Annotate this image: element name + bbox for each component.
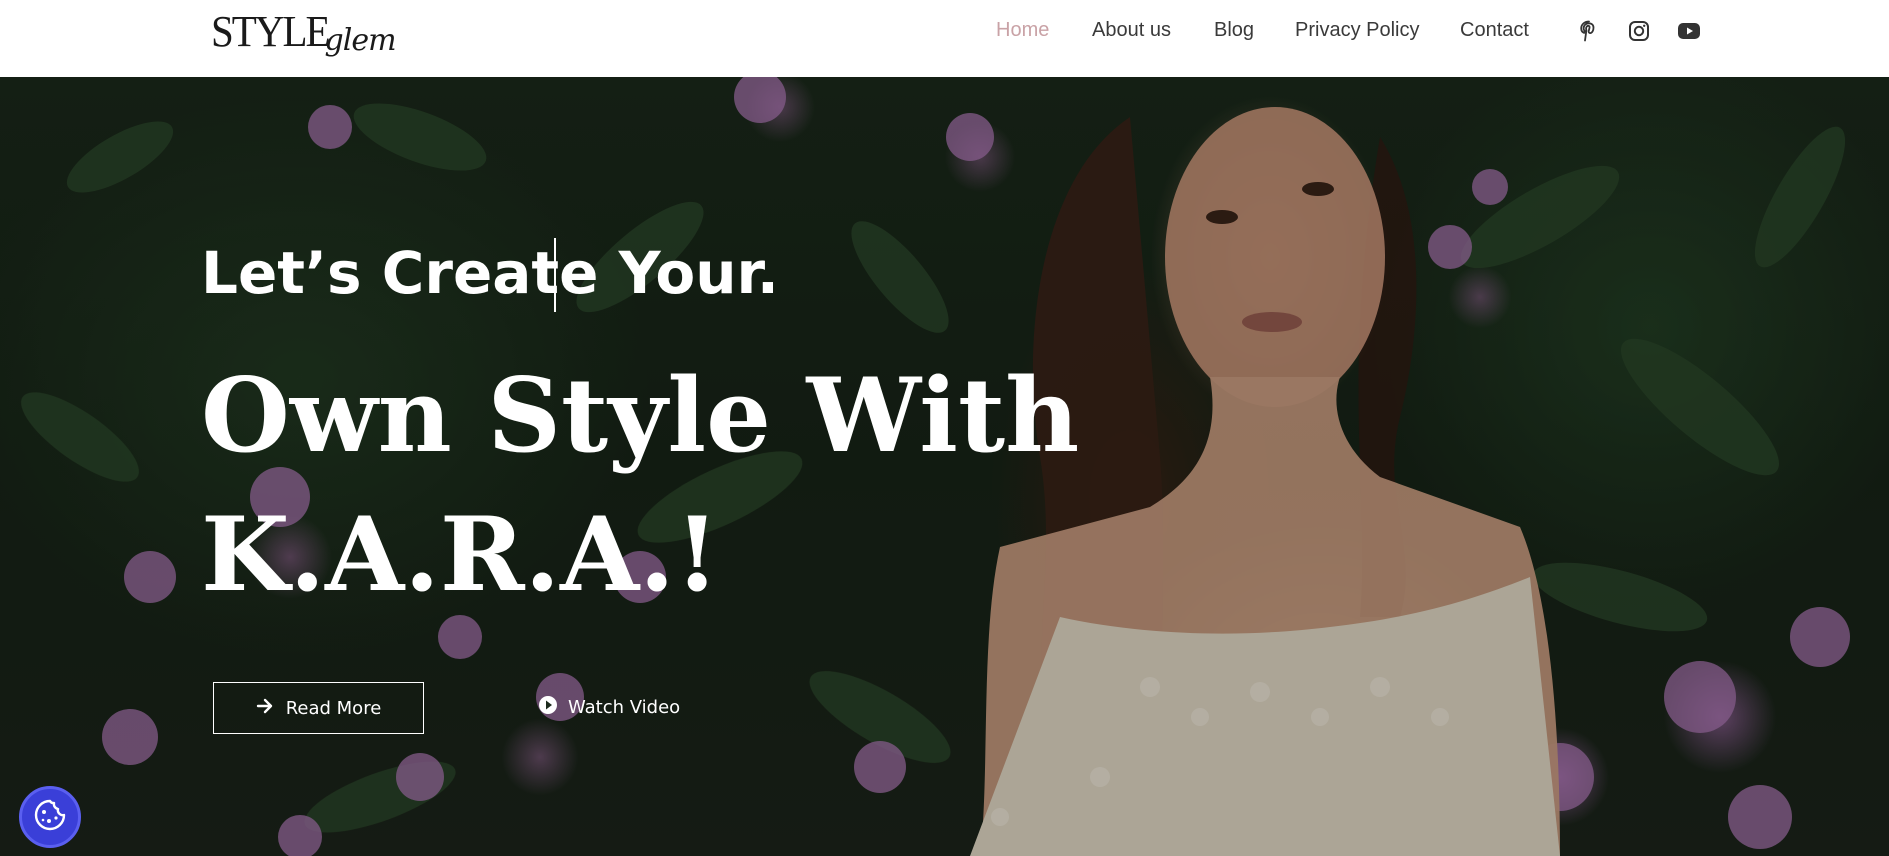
- logo-wordmark: STYLE: [211, 6, 331, 56]
- hero-section: Let’s Create Your. Own Style With K.A.R.…: [0, 77, 1889, 856]
- hero-heading-line-1: Own Style With: [201, 356, 1080, 476]
- instagram-icon[interactable]: [1626, 18, 1652, 44]
- site-header: STYLE glem Home About us Blog Privacy Po…: [0, 0, 1889, 77]
- typing-cursor: [554, 238, 556, 312]
- nav-item-home[interactable]: Home: [996, 19, 1049, 42]
- watch-video-button[interactable]: Watch Video: [538, 692, 680, 722]
- pinterest-icon[interactable]: [1576, 18, 1602, 44]
- cookie-settings-button[interactable]: [19, 786, 81, 848]
- hero-heading-line-2: K.A.R.A.!: [201, 495, 720, 615]
- logo-script-text: glem: [324, 23, 397, 58]
- cookie-icon: [32, 797, 68, 838]
- nav-item-about-us[interactable]: About us: [1092, 19, 1171, 42]
- read-more-label: Read More: [285, 697, 382, 719]
- watch-video-label: Watch Video: [568, 696, 681, 718]
- nav-item-blog[interactable]: Blog: [1214, 19, 1254, 42]
- hero-subheading: Let’s Create Your.: [201, 239, 779, 307]
- arrow-right-icon: [256, 698, 274, 719]
- site-logo[interactable]: STYLE glem: [211, 4, 397, 64]
- nav-item-privacy-policy[interactable]: Privacy Policy: [1295, 19, 1419, 42]
- youtube-icon[interactable]: [1676, 18, 1702, 44]
- play-circle-icon: [538, 695, 558, 720]
- nav-item-contact[interactable]: Contact: [1460, 19, 1529, 42]
- read-more-button[interactable]: Read More: [213, 682, 424, 734]
